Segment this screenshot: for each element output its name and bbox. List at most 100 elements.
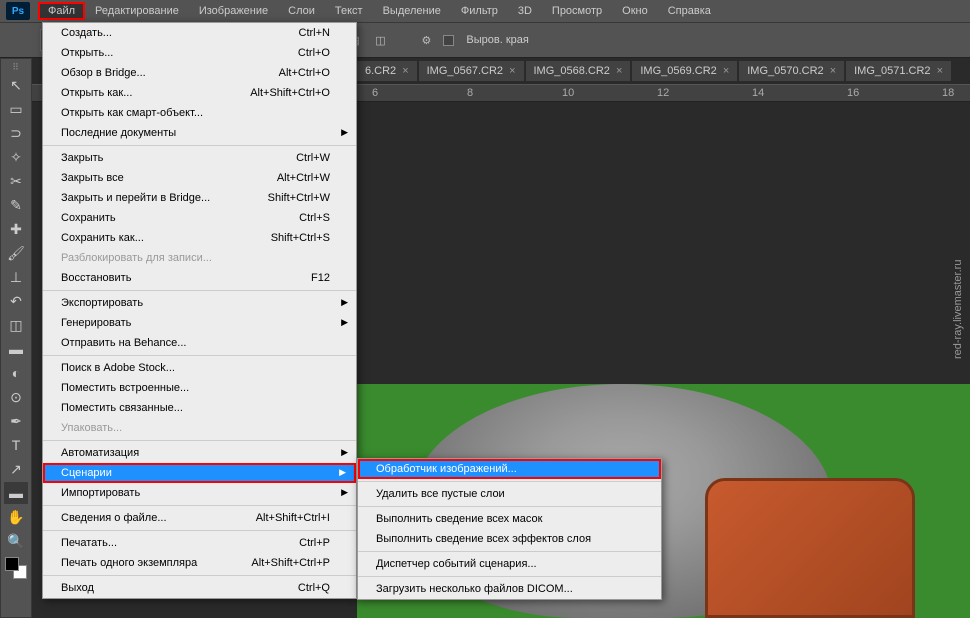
file-menu-dropdown: Создать...Ctrl+NОткрыть...Ctrl+OОбзор в … bbox=[42, 22, 357, 599]
menu-item[interactable]: Открыть как...Alt+Shift+Ctrl+O bbox=[43, 83, 356, 103]
ruler-mark: 10 bbox=[562, 87, 574, 99]
submenu-item[interactable]: Выполнить сведение всех масок bbox=[358, 509, 661, 529]
document-tab[interactable]: IMG_0568.CR2× bbox=[526, 61, 631, 81]
menu-item[interactable]: Импортировать▶ bbox=[43, 483, 356, 503]
close-icon[interactable]: × bbox=[723, 65, 729, 77]
eraser-tool[interactable]: ◫ bbox=[4, 314, 28, 336]
menu-item[interactable]: Открыть...Ctrl+O bbox=[43, 43, 356, 63]
foreground-color[interactable] bbox=[5, 557, 19, 571]
menu-3d[interactable]: 3D bbox=[508, 2, 542, 20]
ruler-mark: 6 bbox=[372, 87, 378, 99]
history-brush-tool[interactable]: ↶ bbox=[4, 290, 28, 312]
menu-item[interactable]: Последние документы▶ bbox=[43, 123, 356, 143]
clone-stamp-tool[interactable]: ⊥ bbox=[4, 266, 28, 288]
submenu-item[interactable]: Выполнить сведение всех эффектов слоя bbox=[358, 529, 661, 549]
menu-item[interactable]: Сохранить как...Shift+Ctrl+S bbox=[43, 228, 356, 248]
submenu-item[interactable]: Загрузить несколько файлов DICOM... bbox=[358, 579, 661, 599]
magic-wand-tool[interactable]: ✧ bbox=[4, 146, 28, 168]
menu-item[interactable]: Закрыть и перейти в Bridge...Shift+Ctrl+… bbox=[43, 188, 356, 208]
menu-item[interactable]: ВосстановитьF12 bbox=[43, 268, 356, 288]
menubar: Ps ФайлРедактированиеИзображениеСлоиТекс… bbox=[0, 0, 970, 22]
pen-tool[interactable]: ✒ bbox=[4, 410, 28, 432]
photoshop-icon: Ps bbox=[6, 2, 30, 20]
menu-item[interactable]: СохранитьCtrl+S bbox=[43, 208, 356, 228]
image-bag bbox=[705, 478, 915, 618]
eyedropper-tool[interactable]: ✎ bbox=[4, 194, 28, 216]
align-edges-label: Выров. края bbox=[466, 34, 528, 46]
menu-текст[interactable]: Текст bbox=[325, 2, 373, 20]
tools-panel: ⠿ ↖ ▭ ⊃ ✧ ✂ ✎ ✚ 🖌 ⊥ ↶ ◫ ▬ ◐ ⊙ ✒ T ↗ ▬ ✋ … bbox=[0, 58, 32, 618]
close-icon[interactable]: × bbox=[616, 65, 622, 77]
menu-item[interactable]: Отправить на Behance... bbox=[43, 333, 356, 353]
ruler-mark: 14 bbox=[752, 87, 764, 99]
menu-item: Упаковать... bbox=[43, 418, 356, 438]
menu-фильтр[interactable]: Фильтр bbox=[451, 2, 508, 20]
align-edges-checkbox[interactable] bbox=[443, 35, 454, 46]
menu-item[interactable]: Открыть как смарт-объект... bbox=[43, 103, 356, 123]
menu-item[interactable]: Создать...Ctrl+N bbox=[43, 23, 356, 43]
menu-item[interactable]: Закрыть всеAlt+Ctrl+W bbox=[43, 168, 356, 188]
menu-item[interactable]: Сценарии▶ bbox=[43, 463, 356, 483]
move-tool[interactable]: ↖ bbox=[4, 74, 28, 96]
menu-просмотр[interactable]: Просмотр bbox=[542, 2, 612, 20]
menu-item[interactable]: Генерировать▶ bbox=[43, 313, 356, 333]
menu-separator bbox=[43, 145, 356, 146]
crop-tool[interactable]: ✂ bbox=[4, 170, 28, 192]
align-icon-3[interactable]: ◫ bbox=[371, 31, 389, 49]
menu-separator bbox=[43, 290, 356, 291]
menu-item[interactable]: Экспортировать▶ bbox=[43, 293, 356, 313]
marquee-tool[interactable]: ▭ bbox=[4, 98, 28, 120]
ruler-mark: 16 bbox=[847, 87, 859, 99]
menu-item: Разблокировать для записи... bbox=[43, 248, 356, 268]
path-selection-tool[interactable]: ↗ bbox=[4, 458, 28, 480]
menu-слои[interactable]: Слои bbox=[278, 2, 325, 20]
menu-separator bbox=[43, 530, 356, 531]
ruler-mark: 8 bbox=[467, 87, 473, 99]
menu-item[interactable]: Печать одного экземпляраAlt+Shift+Ctrl+P bbox=[43, 553, 356, 573]
document-tab[interactable]: IMG_0567.CR2× bbox=[419, 61, 524, 81]
document-tab[interactable]: IMG_0569.CR2× bbox=[632, 61, 737, 81]
menu-separator bbox=[43, 575, 356, 576]
brush-tool[interactable]: 🖌 bbox=[4, 242, 28, 264]
menu-окно[interactable]: Окно bbox=[612, 2, 658, 20]
menu-item[interactable]: Печатать...Ctrl+P bbox=[43, 533, 356, 553]
menu-separator bbox=[358, 576, 661, 577]
menu-файл[interactable]: Файл bbox=[38, 2, 85, 20]
dodge-tool[interactable]: ⊙ bbox=[4, 386, 28, 408]
panel-handle-icon[interactable]: ⠿ bbox=[2, 63, 30, 71]
ruler-mark: 12 bbox=[657, 87, 669, 99]
menu-выделение[interactable]: Выделение bbox=[373, 2, 451, 20]
gear-icon[interactable]: ⚙ bbox=[417, 31, 435, 49]
blur-tool[interactable]: ◐ bbox=[4, 362, 28, 384]
rectangle-tool[interactable]: ▬ bbox=[4, 482, 28, 504]
healing-brush-tool[interactable]: ✚ bbox=[4, 218, 28, 240]
close-icon[interactable]: × bbox=[402, 65, 408, 77]
gradient-tool[interactable]: ▬ bbox=[4, 338, 28, 360]
menu-item[interactable]: Автоматизация▶ bbox=[43, 443, 356, 463]
menu-item[interactable]: Поиск в Adobe Stock... bbox=[43, 358, 356, 378]
color-swatches[interactable] bbox=[5, 557, 27, 579]
close-icon[interactable]: × bbox=[937, 65, 943, 77]
submenu-item[interactable]: Удалить все пустые слои bbox=[358, 484, 661, 504]
menu-изображение[interactable]: Изображение bbox=[189, 2, 278, 20]
close-icon[interactable]: × bbox=[509, 65, 515, 77]
type-tool[interactable]: T bbox=[4, 434, 28, 456]
menu-справка[interactable]: Справка bbox=[658, 2, 721, 20]
zoom-tool[interactable]: 🔍 bbox=[4, 530, 28, 552]
lasso-tool[interactable]: ⊃ bbox=[4, 122, 28, 144]
menu-редактирование[interactable]: Редактирование bbox=[85, 2, 189, 20]
menu-item[interactable]: Поместить связанные... bbox=[43, 398, 356, 418]
close-icon[interactable]: × bbox=[830, 65, 836, 77]
document-tab[interactable]: IMG_0570.CR2× bbox=[739, 61, 844, 81]
submenu-item[interactable]: Обработчик изображений... bbox=[358, 459, 661, 479]
menu-item[interactable]: Сведения о файле...Alt+Shift+Ctrl+I bbox=[43, 508, 356, 528]
menu-item[interactable]: Обзор в Bridge...Alt+Ctrl+O bbox=[43, 63, 356, 83]
hand-tool[interactable]: ✋ bbox=[4, 506, 28, 528]
watermark: red-ray.livemaster.ru bbox=[950, 0, 966, 618]
submenu-item[interactable]: Диспетчер событий сценария... bbox=[358, 554, 661, 574]
document-tab[interactable]: IMG_0571.CR2× bbox=[846, 61, 951, 81]
menu-item[interactable]: Поместить встроенные... bbox=[43, 378, 356, 398]
menu-item[interactable]: ЗакрытьCtrl+W bbox=[43, 148, 356, 168]
menu-item[interactable]: ВыходCtrl+Q bbox=[43, 578, 356, 598]
document-tab[interactable]: 6.CR2× bbox=[357, 61, 417, 81]
